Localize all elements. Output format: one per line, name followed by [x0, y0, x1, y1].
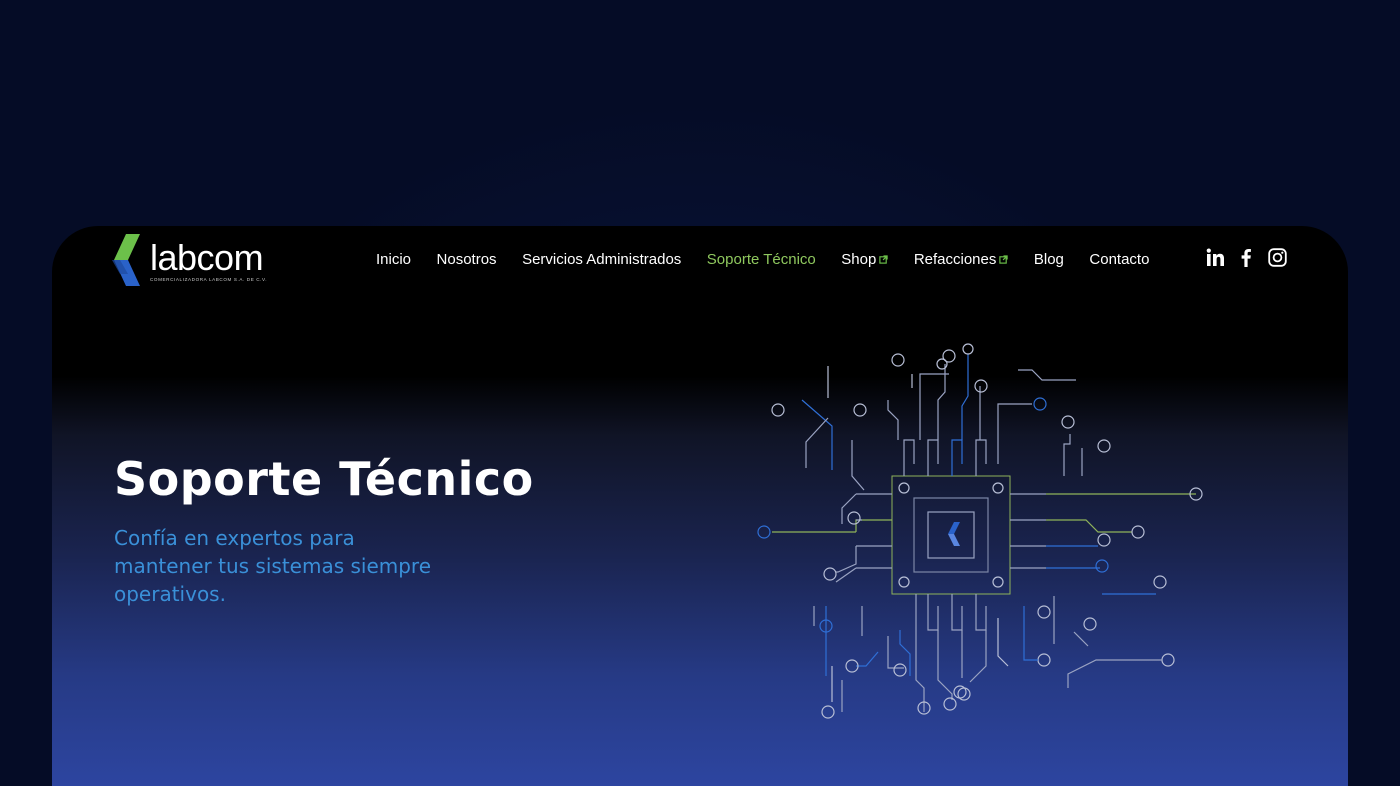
- external-link-icon: [999, 254, 1009, 264]
- nav-item-shop[interactable]: Shop: [841, 251, 888, 268]
- nav-label: Nosotros: [436, 250, 497, 268]
- hero-subtitle: Confía en expertos para mantener tus sis…: [114, 526, 432, 606]
- facebook-icon[interactable]: [1237, 248, 1256, 267]
- logo-mark-icon: [112, 234, 140, 286]
- nav-item-contacto[interactable]: Contacto: [1089, 251, 1149, 268]
- nav-label: Contacto: [1089, 250, 1150, 268]
- main-nav: Inicio Nosotros Servicios Administrados …: [376, 248, 1175, 270]
- nav-item-refacciones[interactable]: Refacciones: [914, 251, 1009, 268]
- nav-label: Refacciones: [913, 250, 997, 268]
- nav-label: Blog: [1033, 250, 1064, 268]
- social-links: [1206, 248, 1299, 267]
- nav-item-soporte-tecnico[interactable]: Soporte Técnico: [707, 251, 816, 268]
- linkedin-icon[interactable]: [1206, 248, 1225, 267]
- nav-label: Soporte Técnico: [706, 250, 816, 268]
- nav-item-nosotros[interactable]: Nosotros: [437, 251, 497, 268]
- logo-text: labcom: [150, 237, 264, 278]
- nav-label: Servicios Administrados: [522, 250, 682, 268]
- nav-item-blog[interactable]: Blog: [1034, 251, 1064, 268]
- labcom-logo[interactable]: labcom COMERCIALIZADORA LABCOM S.A. DE C…: [112, 234, 272, 286]
- website-card: labcom COMERCIALIZADORA LABCOM S.A. DE C…: [52, 226, 1348, 786]
- external-link-icon: [879, 254, 888, 264]
- site-header: labcom COMERCIALIZADORA LABCOM S.A. DE C…: [52, 226, 1348, 296]
- nav-label: Inicio: [376, 250, 412, 268]
- logo-tagline: COMERCIALIZADORA LABCOM S.A. DE C.V.: [150, 277, 268, 282]
- nav-label: Shop: [841, 250, 877, 268]
- instagram-icon[interactable]: [1268, 248, 1287, 267]
- nav-item-servicios-administrados[interactable]: Servicios Administrados: [522, 251, 681, 268]
- circuit-chip-illustration: [757, 343, 1203, 719]
- nav-item-inicio[interactable]: Inicio: [376, 251, 411, 268]
- hero-title: Soporte Técnico: [114, 452, 534, 506]
